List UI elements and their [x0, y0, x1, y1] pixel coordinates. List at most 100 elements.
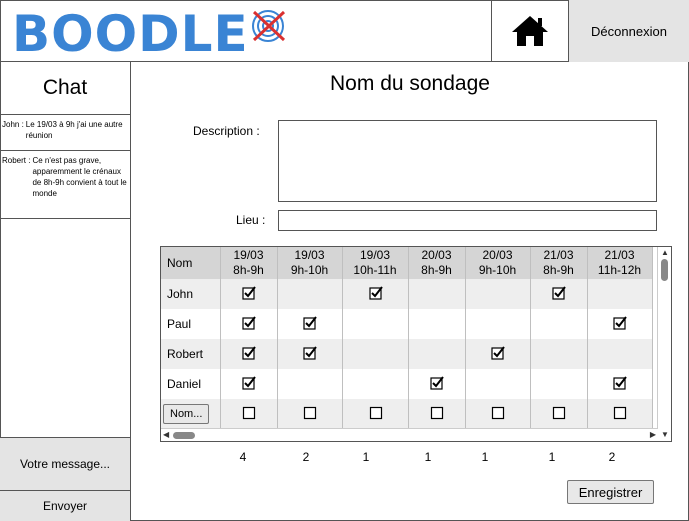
empty-checkbox[interactable] [369, 406, 382, 419]
empty-checkbox[interactable] [303, 406, 317, 419]
availability-cell [530, 369, 588, 399]
new-entry-name-cell: Nom... [161, 399, 221, 429]
availability-cell [220, 339, 278, 369]
slot-date: 19/03 [359, 248, 391, 262]
availability-cell [465, 399, 531, 429]
checked-checkbox-icon [242, 285, 256, 300]
participant-name: John [161, 279, 221, 309]
home-button[interactable] [491, 0, 568, 62]
slot-date: 21/03 [604, 248, 635, 262]
logo: BOODLE [12, 5, 286, 63]
participant-name: Daniel [161, 369, 221, 399]
vote-total: 1 [548, 450, 556, 464]
availability-cell [530, 339, 588, 369]
scroll-left-icon[interactable]: ◀ [163, 431, 169, 439]
chat-message-author: Robert : [2, 156, 31, 165]
description-field[interactable] [278, 120, 657, 202]
availability-cell [465, 339, 531, 369]
header: BOODLE Déconnexion [0, 0, 689, 62]
availability-cell [220, 399, 278, 429]
empty-checkbox[interactable] [491, 406, 505, 419]
availability-cell [277, 399, 343, 429]
availability-cell [465, 279, 531, 309]
availability-cell [408, 309, 466, 339]
empty-checkbox[interactable] [430, 406, 444, 419]
availability-cell [587, 369, 653, 399]
availability-cell [587, 309, 653, 339]
chat-message: John : Le 19/03 à 9h j'ai une autre réun… [0, 115, 130, 151]
chat-message-text: Le 19/03 à 9h j'ai une autre réunion [25, 120, 123, 140]
save-button[interactable]: Enregistrer [567, 480, 654, 504]
slot-column-header: 19/03 8h-9h [220, 247, 278, 279]
chat-title: Chat [0, 62, 130, 115]
logo-target-icon [252, 10, 286, 42]
availability-cell [342, 369, 409, 399]
logout-button[interactable]: Déconnexion [568, 0, 689, 62]
slot-date: 20/03 [421, 248, 452, 262]
availability-cell [220, 309, 278, 339]
scroll-up-icon[interactable]: ▲ [661, 249, 669, 257]
vote-total: 2 [608, 450, 616, 464]
vertical-scrollbar[interactable]: ▲ ▼ [657, 247, 671, 441]
table-row: Paul [161, 309, 653, 339]
description-label: Description : [193, 124, 260, 138]
empty-checkbox[interactable] [552, 406, 566, 419]
table-row: Daniel [161, 369, 653, 399]
chat-send-button[interactable]: Envoyer [0, 491, 130, 521]
slot-date: 21/03 [543, 248, 574, 262]
availability-cell [530, 309, 588, 339]
chat-message-text: Ce n'est pas grave, apparemment le créna… [32, 156, 127, 198]
slot-time: 11h-12h [597, 263, 642, 277]
checked-checkbox-icon [303, 345, 317, 360]
slot-column-header: 19/03 10h-11h [342, 247, 409, 279]
availability-cell [342, 309, 409, 339]
logo-text: BOODLE [12, 5, 249, 63]
slot-column-header: 21/03 11h-12h [587, 247, 653, 279]
availability-cell [408, 279, 466, 309]
availability-cell [277, 279, 343, 309]
availability-cell [277, 369, 343, 399]
availability-cell [408, 369, 466, 399]
empty-checkbox[interactable] [613, 406, 627, 419]
checked-checkbox-icon [242, 375, 256, 390]
availability-cell [587, 339, 653, 369]
availability-cell [587, 279, 653, 309]
location-label: Lieu : [236, 213, 266, 227]
name-column-header: Nom [161, 247, 221, 279]
slot-column-header: 20/03 8h-9h [408, 247, 466, 279]
scroll-down-icon[interactable]: ▼ [661, 431, 669, 439]
slot-time: 8h-9h [543, 263, 574, 277]
slot-date: 19/03 [233, 248, 264, 262]
scroll-right-icon[interactable]: ▶ [650, 431, 656, 439]
chat-message: Robert : Ce n'est pas grave, apparemment… [0, 151, 130, 219]
checked-checkbox-icon [552, 285, 566, 300]
availability-cell [530, 399, 588, 429]
new-name-button[interactable]: Nom... [163, 404, 210, 424]
availability-cell [465, 309, 531, 339]
slot-time: 8h-9h [233, 263, 264, 277]
checked-checkbox-icon [491, 345, 505, 360]
survey-title: Nom du sondage [330, 72, 490, 95]
availability-cell [342, 339, 409, 369]
home-icon [512, 16, 548, 46]
location-field[interactable] [278, 210, 657, 231]
slot-time: 8h-9h [421, 263, 452, 277]
participant-name: Robert [161, 339, 221, 369]
availability-cell [342, 279, 409, 309]
horizontal-scrollbar[interactable]: ◀ ▶ [161, 428, 658, 441]
slot-column-header: 21/03 8h-9h [530, 247, 588, 279]
horizontal-scroll-thumb[interactable] [173, 432, 195, 439]
availability-cell [342, 399, 409, 429]
availability-cell [408, 339, 466, 369]
availability-cell [530, 279, 588, 309]
vertical-scroll-thumb[interactable] [661, 259, 668, 281]
grid-header-row: Nom 19/03 8h-9h 19/03 9h-10h 19/03 10h-11h 20/… [161, 247, 653, 279]
checked-checkbox-icon [368, 285, 383, 300]
availability-cell [220, 369, 278, 399]
chat-message-input[interactable]: Votre message... [0, 437, 130, 491]
vote-total: 4 [239, 450, 247, 464]
chat-panel: Chat John : Le 19/03 à 9h j'ai une autre… [0, 62, 131, 521]
empty-checkbox[interactable] [242, 406, 256, 419]
availability-table: Nom 19/03 8h-9h 19/03 9h-10h 19/03 10h-11h 20/… [161, 247, 653, 429]
availability-cell [277, 309, 343, 339]
